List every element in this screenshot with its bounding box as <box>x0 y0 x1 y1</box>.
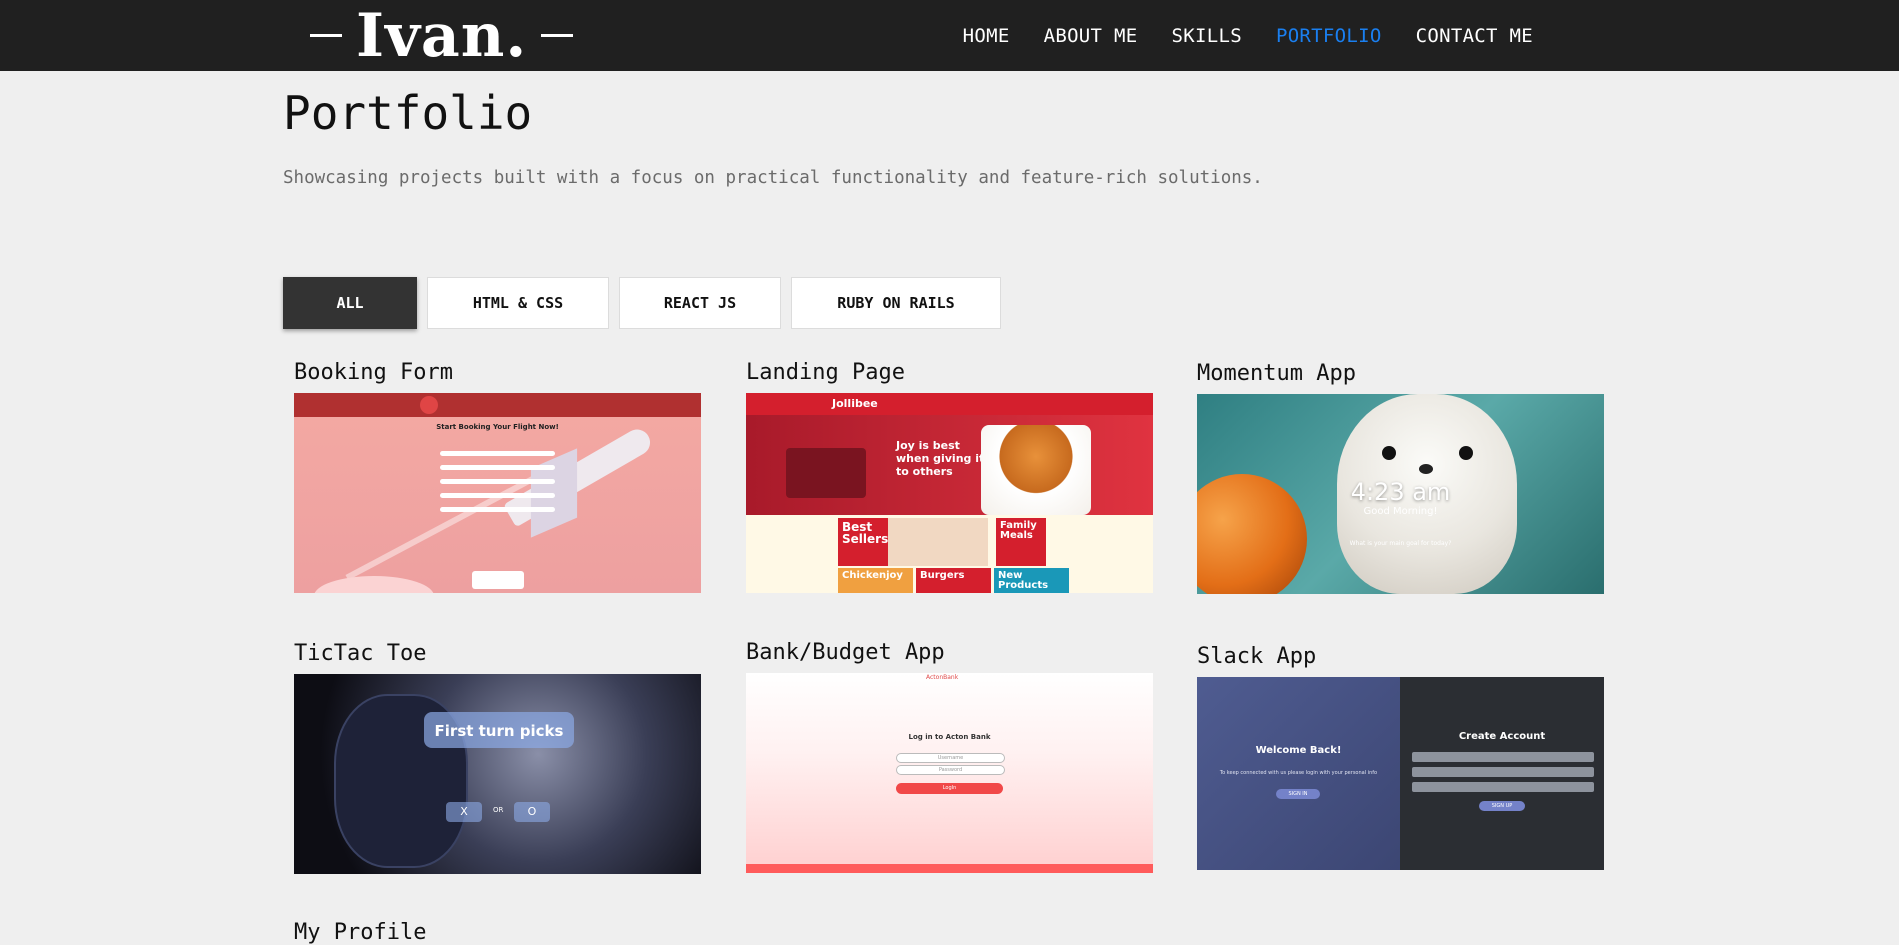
project-thumbnail[interactable]: Welcome Back! To keep connected with us … <box>1197 677 1604 870</box>
thumb-navbar <box>746 393 1153 415</box>
thumb-logo <box>420 396 438 414</box>
thumb-tile: New Products <box>994 568 1069 593</box>
thumb-eye <box>1459 446 1473 460</box>
thumb-o-button: O <box>514 802 550 822</box>
thumb-x-button: X <box>446 802 482 822</box>
thumb-signup-button: SIGN UP <box>1479 801 1525 811</box>
thumb-field <box>440 465 555 470</box>
thumb-banner: First turn picks <box>424 712 574 748</box>
filter-react-js[interactable]: REACT JS <box>619 277 781 329</box>
project-thumbnail[interactable]: Start Booking Your Flight Now! <box>294 393 701 593</box>
nav-home[interactable]: HOME <box>963 25 1010 47</box>
project-title: TicTac Toe <box>294 641 427 666</box>
nav-portfolio[interactable]: PORTFOLIO <box>1276 25 1382 47</box>
thumb-welcome-sub: To keep connected with us please login w… <box>1219 770 1378 776</box>
thumb-input <box>1412 782 1594 792</box>
thumb-question: What is your main goal for today? <box>1349 540 1452 547</box>
thumb-create-title: Create Account <box>1458 731 1546 742</box>
logo-dash-left <box>310 34 342 37</box>
logo-text: Ivan. <box>356 0 528 71</box>
thumb-textarea <box>472 571 524 589</box>
thumb-heading: Start Booking Your Flight Now! <box>436 423 559 431</box>
thumb-tile: Chickenjoy <box>838 568 913 593</box>
thumb-nose <box>1419 464 1433 474</box>
project-title: Momentum App <box>1197 361 1356 386</box>
thumb-tile-image <box>888 518 988 566</box>
thumb-cloud <box>314 576 434 593</box>
thumb-input <box>1412 767 1594 777</box>
project-title: Bank/Budget App <box>746 640 945 665</box>
project-card-bank-budget-app[interactable]: Bank/Budget App ActonBank Log in to Acto… <box>746 640 1153 873</box>
project-thumbnail[interactable]: ActonBank Log in to Acton Bank Username … <box>746 673 1153 873</box>
thumb-tile: Best Sellers <box>838 518 888 566</box>
filter-all[interactable]: ALL <box>283 277 417 329</box>
thumb-eye <box>1382 446 1396 460</box>
nav-contact-me[interactable]: CONTACT ME <box>1416 25 1533 47</box>
main-nav: HOME ABOUT ME SKILLS PORTFOLIO CONTACT M… <box>963 0 1533 71</box>
thumb-navbar <box>294 393 701 417</box>
thumb-welcome-title: Welcome Back! <box>1255 745 1342 756</box>
filter-ruby-on-rails[interactable]: RUBY ON RAILS <box>791 277 1001 329</box>
thumb-tagline: Joy is best when giving it to others <box>896 439 985 479</box>
thumb-login-button: LogIn <box>896 783 1003 794</box>
thumb-trail <box>345 471 543 581</box>
project-thumbnail[interactable]: 4:23 am Good Morning! What is your main … <box>1197 394 1604 594</box>
project-card-landing-page[interactable]: Landing Page Jollibee Joy is best when g… <box>746 360 1153 593</box>
thumb-signin-button: SIGN IN <box>1276 789 1320 799</box>
thumb-or: OR <box>493 806 504 814</box>
project-card-slack-app[interactable]: Slack App Welcome Back! To keep connecte… <box>1197 644 1604 870</box>
project-card-booking-form[interactable]: Booking Form Start Booking Your Flight N… <box>294 360 701 593</box>
thumb-password-field: Password <box>896 765 1005 775</box>
project-title: Slack App <box>1197 644 1317 669</box>
nav-about-me[interactable]: ABOUT ME <box>1044 25 1138 47</box>
thumb-brand: Jollibee <box>832 397 878 410</box>
project-thumbnail[interactable]: First turn picks X OR O <box>294 674 701 874</box>
thumb-field <box>440 479 555 484</box>
navbar: Ivan. HOME ABOUT ME SKILLS PORTFOLIO CON… <box>0 0 1899 71</box>
thumb-username-field: Username <box>896 753 1005 763</box>
thumb-video <box>786 448 866 498</box>
project-title: Landing Page <box>746 360 905 385</box>
thumb-time: 4:23 am <box>1350 478 1451 506</box>
thumb-field <box>440 493 555 498</box>
thumb-field <box>440 451 555 456</box>
filter-html-css[interactable]: HTML & CSS <box>427 277 609 329</box>
project-thumbnail[interactable]: Jollibee Joy is best when giving it to o… <box>746 393 1153 593</box>
page-title: Portfolio <box>283 86 533 140</box>
page-subtitle: Showcasing projects built with a focus o… <box>283 168 1263 188</box>
logo-dash-right <box>541 34 574 37</box>
thumb-brand: ActonBank <box>926 674 959 681</box>
thumb-heading: Log in to Acton Bank <box>908 733 991 741</box>
filter-bar: ALL HTML & CSS REACT JS RUBY ON RAILS <box>283 277 1001 329</box>
thumb-field <box>440 507 555 512</box>
thumb-tile: Family Meals <box>996 518 1046 566</box>
thumb-footer <box>746 864 1153 873</box>
thumb-tile: Burgers <box>916 568 991 593</box>
thumb-greeting: Good Morning! <box>1363 506 1438 517</box>
project-card-tictac-toe[interactable]: TicTac Toe First turn picks X OR O <box>294 641 701 874</box>
site-logo[interactable]: Ivan. <box>310 0 574 71</box>
thumb-bucket <box>981 425 1091 515</box>
project-title: Booking Form <box>294 360 453 385</box>
thumb-input <box>1412 752 1594 762</box>
project-card-momentum-app[interactable]: Momentum App 4:23 am Good Morning! What … <box>1197 361 1604 594</box>
nav-skills[interactable]: SKILLS <box>1172 25 1242 47</box>
